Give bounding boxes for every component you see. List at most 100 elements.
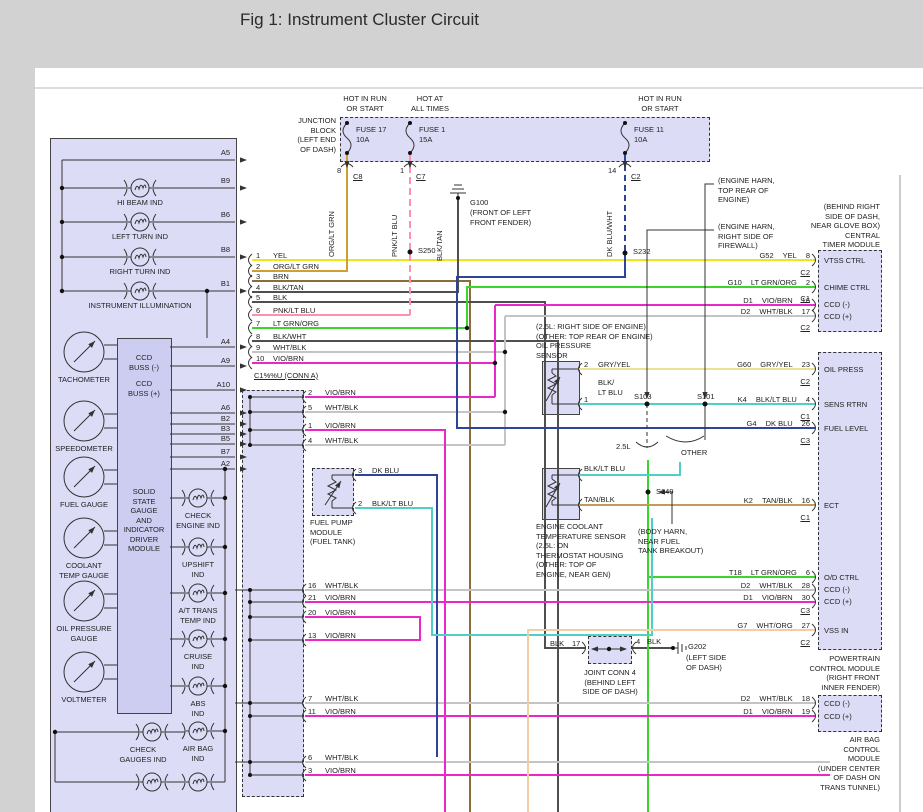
oil-sensor-pin-1: 1 — [584, 395, 588, 405]
wire-blk-tan-vertical: BLK/TAN — [435, 230, 444, 261]
conn-a-label: C1%%U (CONN A) — [254, 371, 318, 381]
ccd-buss-plus-label: CCD BUSS (+) — [119, 379, 169, 398]
pcm-tag-1: C2 — [788, 377, 810, 387]
body-harn-label: (BODY HARN, NEAR FUEL TANK BREAKOUT) — [638, 527, 703, 556]
fuel-pump-module-label: FUEL PUMP MODULE (FUEL TANK) — [310, 518, 355, 547]
coolant-temp-gauge-label: COOLANT TEMP GAUGE — [44, 561, 124, 580]
fuse-1-pin: 1 — [400, 166, 404, 176]
oil-sensor-pin-2: 2GRY/YEL — [584, 360, 630, 370]
pcm-row-vss-in: G7WHT/ORG27 — [692, 621, 810, 630]
check-engine-ind-label: CHECK ENGINE IND — [158, 511, 238, 530]
connA-row-2: 2ORG/LT GRN — [256, 262, 319, 272]
pcm-row-ccd-minus: D2WHT/BLK28 — [692, 581, 810, 590]
pin-b5: B5 — [196, 434, 230, 444]
pcm-row-oil-press: G60GRY/YEL23 — [692, 360, 810, 369]
pcm-tag-5: C3 — [788, 606, 810, 616]
connB-row-21: 21VIO/BRN — [308, 593, 356, 603]
ctm-title: (BEHIND RIGHT SIDE OF DASH, NEAR GLOVE B… — [770, 202, 880, 250]
pcm-vss-in-label: VSS IN — [824, 626, 849, 636]
splice-s149: S149 — [656, 487, 674, 497]
fuse-17-pin: 8 — [337, 166, 341, 176]
connB-row-13: 13VIO/BRN — [308, 631, 356, 641]
connB-row-1: 1VIO/BRN — [308, 421, 356, 431]
g202-id: G202 — [688, 642, 706, 652]
pcm-ect-label: ECT — [824, 501, 839, 511]
connB-row-16: 16WHT/BLK — [308, 581, 358, 591]
wire-dk-blu-wht-vertical: DK BLU/WHT — [605, 211, 614, 257]
pin-b3: B3 — [196, 424, 230, 434]
hi-beam-ind-label: HI BEAM IND — [90, 198, 190, 208]
connA-row-5: 5BLK — [256, 293, 287, 303]
pin-b2: B2 — [196, 414, 230, 424]
joint-left-wire: BLK — [550, 639, 564, 649]
pin-b6: B6 — [196, 210, 230, 220]
g202-location: (LEFT SIDE OF DASH) — [686, 653, 726, 672]
ctm-tag-3: C2 — [788, 323, 810, 333]
pcm-fuel-level-label: FUEL LEVEL — [824, 424, 868, 434]
connA-row-3: 3BRN — [256, 272, 289, 282]
pcm-ccd-plus-label: CCD (+) — [824, 597, 852, 607]
left-turn-ind-label: LEFT TURN IND — [90, 232, 190, 242]
wire-org-lt-grn-vertical: ORG/LT GRN — [327, 211, 336, 257]
ctm-vtss-ctrl-label: VTSS CTRL — [824, 256, 865, 266]
connB-row-6: 6WHT/BLK — [308, 753, 358, 763]
connB-row-4: 4WHT/BLK — [308, 436, 358, 446]
splice-s103: S103 — [634, 392, 652, 402]
oil-pressure-gauge-label: OIL PRESSURE GAUGE — [44, 624, 124, 643]
connB-row-7: 7WHT/BLK — [308, 694, 358, 704]
airbag-ccd-minus-label: CCD (-) — [824, 699, 850, 709]
connB-row-11: 11VIO/BRN — [308, 707, 356, 717]
connB-row-3: 3VIO/BRN — [308, 766, 356, 776]
pcm-od-ctrl-label: O/D CTRL — [824, 573, 859, 583]
joint-left-pin: 17 — [572, 639, 580, 649]
ctm-row-vtss: G52YEL8 — [692, 251, 810, 260]
pcm-tag-4: C1 — [788, 513, 810, 523]
airbag-row-ccd-plus: D1VIO/BRN19 — [692, 707, 810, 716]
airbag-row-ccd-minus: D2WHT/BLK18 — [692, 694, 810, 703]
speedometer-label: SPEEDOMETER — [44, 444, 124, 454]
airbag-title: AIR BAG CONTROL MODULE (UNDER CENTER OF … — [770, 735, 880, 792]
ect-pin-top-label: BLK/LT BLU — [584, 464, 625, 474]
pcm-sens-rtrn-label: SENS RTRN — [824, 400, 867, 410]
fuel-pump-pin-3: 3DK BLU — [358, 466, 399, 476]
tachometer-label: TACHOMETER — [44, 375, 124, 385]
ctm-ccd-plus-label: CCD (+) — [824, 312, 852, 322]
selector-25l-label: 2.5L — [616, 442, 631, 452]
connB-row-5: 5WHT/BLK — [308, 403, 358, 413]
wiring-diagram-page: Fig 1: Instrument Cluster Circuit — [0, 0, 923, 812]
cruise-ind-label: CRUISE IND — [158, 652, 238, 671]
pcm-title: POWERTRAIN CONTROL MODULE (RIGHT FRONT I… — [770, 654, 880, 692]
pcm-row-od-ctrl: T18LT GRN/ORG6 — [692, 568, 810, 577]
pcm-oil-press-label: OIL PRESS — [824, 365, 863, 375]
fuse-17-label: FUSE 17 10A — [356, 125, 386, 144]
connA-row-9: 9WHT/BLK — [256, 343, 306, 353]
fuse-17-conn-tag: C8 — [353, 172, 363, 182]
pin-b9: B9 — [196, 176, 230, 186]
feed-hot-in-run-2: HOT IN RUN OR START — [625, 94, 695, 113]
pcm-tag-2: C1 — [788, 412, 810, 422]
pcm-tag-3: C3 — [788, 436, 810, 446]
joint-conn-label: JOINT CONN 4 (BEHIND LEFT SIDE OF DASH) — [574, 668, 646, 697]
ctm-chime-ctrl-label: CHIME CTRL — [824, 283, 870, 293]
connA-row-1: 1YEL — [256, 251, 287, 261]
right-turn-ind-label: RIGHT TURN IND — [90, 267, 190, 277]
ect-sensor-label: ENGINE COOLANT TEMPERATURE SENSOR (2.5L:… — [536, 522, 626, 579]
pin-a5: A5 — [196, 148, 230, 158]
ect-pin-bot-label: TAN/BLK — [584, 495, 615, 505]
pin-a2: A2 — [196, 459, 230, 469]
pcm-ccd-minus-label: CCD (-) — [824, 585, 850, 595]
joint-right-pin: 4 — [636, 637, 640, 647]
pin-a9: A9 — [196, 356, 230, 366]
fuse-11-conn-tag: C2 — [631, 172, 641, 182]
connA-row-7: 7LT GRN/ORG — [256, 319, 319, 329]
ccd-buss-minus-label: CCD BUSS (-) — [119, 353, 169, 372]
connA-row-6: 6PNK/LT BLU — [256, 306, 315, 316]
instrument-illumination-label: INSTRUMENT ILLUMINATION — [80, 301, 200, 311]
ctm-row-chime: G10LT GRN/ORG2 — [692, 278, 810, 287]
pin-a6: A6 — [196, 403, 230, 413]
fuel-gauge-label: FUEL GAUGE — [44, 500, 124, 510]
connA-row-8: 8BLK/WHT — [256, 332, 306, 342]
fuse-1-label: FUSE 1 15A — [419, 125, 445, 144]
pin-b8: B8 — [196, 245, 230, 255]
engine-harn-top-rear-label: (ENGINE HARN, TOP REAR OF ENGINE) — [718, 176, 775, 205]
